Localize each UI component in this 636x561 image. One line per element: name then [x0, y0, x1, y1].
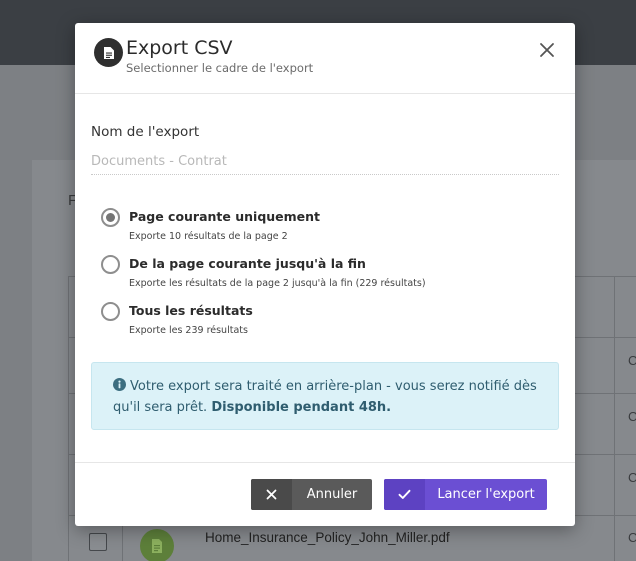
row-checkbox[interactable] — [89, 533, 107, 551]
option-current-to-end[interactable]: De la page courante jusqu'à la fin Expor… — [101, 255, 551, 295]
radio-button[interactable] — [101, 302, 120, 321]
option-description: Exporte les résultats de la page 2 jusqu… — [129, 278, 426, 289]
info-message: Votre export sera traité en arrière-plan… — [113, 376, 553, 418]
option-label: De la page courante jusqu'à la fin — [129, 256, 366, 271]
option-description: Exporte les 239 résultats — [129, 325, 248, 336]
info-availability: Disponible pendant 48h. — [211, 400, 392, 415]
modal-subtitle: Selectionner le cadre de l'export — [126, 61, 314, 75]
modal-title: Export CSV — [126, 37, 233, 59]
export-name-input[interactable] — [91, 148, 559, 175]
table-cell: C — [628, 409, 636, 424]
modal-header: Export CSV Selectionner le cadre de l'ex… — [75, 23, 575, 94]
option-all-results[interactable]: Tous les résultats Exporte les 239 résul… — [101, 302, 551, 342]
document-icon — [140, 529, 174, 561]
table-cell: C — [628, 353, 636, 368]
document-icon — [94, 38, 123, 67]
export-name-label: Nom de l'export — [91, 124, 200, 140]
radio-button[interactable] — [101, 208, 120, 227]
radio-button[interactable] — [101, 255, 120, 274]
close-icon[interactable] — [538, 41, 556, 59]
start-export-button[interactable]: Lancer l'export — [384, 479, 547, 510]
footer-divider — [75, 462, 575, 463]
option-description: Exporte 10 résultats de la page 2 — [129, 231, 288, 242]
option-label: Tous les résultats — [129, 303, 253, 318]
check-icon — [384, 479, 425, 510]
table-cell: C — [628, 530, 636, 545]
info-alert: Votre export sera traité en arrière-plan… — [91, 362, 559, 430]
start-export-button-label: Lancer l'export — [437, 487, 535, 502]
close-icon — [251, 479, 292, 510]
option-label: Page courante uniquement — [129, 209, 321, 224]
cancel-button-label: Annuler — [306, 487, 358, 502]
file-name[interactable]: Home_Insurance_Policy_John_Miller.pdf — [205, 530, 450, 545]
option-current-page[interactable]: Page courante uniquement Exporte 10 résu… — [101, 208, 551, 248]
cancel-button[interactable]: Annuler — [251, 479, 372, 510]
export-csv-modal: Export CSV Selectionner le cadre de l'ex… — [75, 23, 575, 526]
table-cell: C — [628, 470, 636, 485]
